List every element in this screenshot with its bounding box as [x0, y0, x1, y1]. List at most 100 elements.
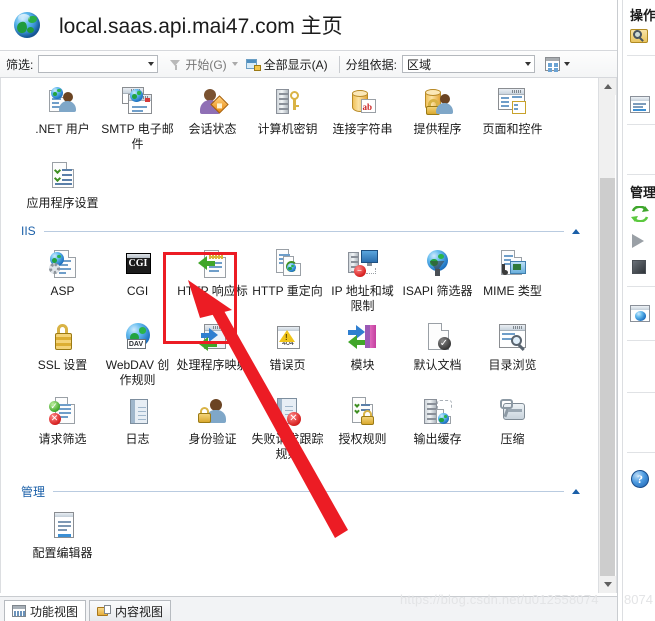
tile-authentication[interactable]: 身份验证 — [175, 388, 250, 462]
view-mode-chevron-down-icon[interactable] — [564, 62, 571, 66]
filter-input[interactable] — [38, 55, 159, 73]
tile-label: CGI — [126, 284, 149, 298]
section-title: IIS — [21, 224, 36, 238]
tile-label: 请求筛选 — [38, 432, 87, 446]
toolbar-divider — [338, 55, 340, 73]
browse-website-icon — [630, 305, 650, 322]
tile-label: 授权规则 — [338, 432, 387, 446]
directory-browsing-icon — [496, 322, 530, 354]
tile-output-caching[interactable]: 输出缓存 — [400, 388, 475, 462]
tile-label: 应用程序设置 — [26, 196, 99, 210]
chevron-up-icon[interactable] — [572, 228, 580, 234]
tile-http-redirect[interactable]: HTTP 重定向 — [250, 240, 325, 314]
tile-label: 页面和控件 — [482, 122, 543, 136]
tile-modules[interactable]: 模块 — [325, 314, 400, 388]
actions-pane: 操作 管理 ? 8074 — [617, 0, 655, 621]
tile-machine-key[interactable]: 计算机密钥 — [250, 78, 325, 152]
tile-default-document[interactable]: ✓ 默认文档 — [400, 314, 475, 388]
filter-toolbar: 筛选: 开始(G) 全部显示(A) 分组依据: 区域 — [0, 50, 617, 78]
tile-label: ISAPI 筛选器 — [402, 284, 473, 298]
group-by-label: 分组依据: — [345, 57, 398, 72]
actions-divider — [627, 124, 655, 125]
tile-isapi-filters[interactable]: ISAPI 筛选器 — [400, 240, 475, 314]
tile-http-response-headers[interactable]: HTTP 响应标头 — [175, 240, 250, 314]
tile-compression[interactable]: 压缩 — [475, 388, 550, 462]
tile-label: 配置编辑器 — [32, 546, 93, 560]
content-view-icon — [97, 605, 112, 617]
main-content-pane: local.saas.api.mai47.com 主页 筛选: 开始(G) 全部… — [0, 0, 617, 621]
chevron-down-icon — [603, 582, 612, 587]
connection-strings-icon: ab — [346, 86, 380, 118]
action-explore[interactable] — [630, 27, 652, 47]
actions-pane-content: 操作 管理 ? 8074 — [624, 0, 655, 621]
features-canvas: .NET 用户 SMTP 电子邮件 会话状态 计算机密钥 ab 连接字符串 提供… — [1, 78, 597, 561]
tile-cgi[interactable]: CGI CGI — [100, 240, 175, 314]
section-rule — [43, 230, 564, 232]
pages-and-controls-icon — [496, 86, 530, 118]
application-settings-icon — [46, 160, 80, 192]
action-restart[interactable] — [630, 205, 652, 225]
session-state-icon — [196, 86, 230, 118]
action-stop[interactable] — [630, 258, 652, 278]
tile-ip-address-domain-restrictions[interactable]: – IP 地址和域限制 — [325, 240, 400, 314]
start-icon — [632, 234, 644, 248]
section-header-iis[interactable]: IIS — [11, 217, 587, 240]
show-all-button-label: 全部显示(A) — [263, 57, 328, 72]
tile-ssl-settings[interactable]: SSL 设置 — [25, 314, 100, 388]
configuration-editor-icon — [46, 510, 80, 542]
default-document-icon: ✓ — [421, 322, 455, 354]
tile-directory-browsing[interactable]: 目录浏览 — [475, 314, 550, 388]
scroll-down-button[interactable] — [599, 576, 616, 593]
asp-icon — [46, 248, 80, 280]
actions-divider — [627, 452, 655, 453]
tile-net-users[interactable]: .NET 用户 — [25, 78, 100, 152]
pane-splitter[interactable] — [618, 0, 623, 621]
tile-authorization-rules[interactable]: 授权规则 — [325, 388, 400, 462]
modules-icon — [346, 322, 380, 354]
tile-connection-strings[interactable]: ab 连接字符串 — [325, 78, 400, 152]
action-basic-settings[interactable] — [630, 96, 652, 116]
show-all-icon — [245, 58, 261, 71]
tile-application-settings[interactable]: 应用程序设置 — [25, 152, 100, 211]
tab-content-view[interactable]: 内容视图 — [89, 600, 172, 621]
tab-features-view[interactable]: 功能视图 — [4, 600, 87, 621]
tile-asp[interactable]: ASP — [25, 240, 100, 314]
tile-smtp-email[interactable]: SMTP 电子邮件 — [100, 78, 175, 152]
chevron-up-icon — [603, 84, 612, 89]
chevron-up-icon[interactable] — [572, 489, 580, 494]
start-button[interactable]: 开始(G) — [166, 55, 240, 74]
action-browse-website[interactable] — [630, 305, 652, 325]
show-all-button[interactable]: 全部显示(A) — [243, 55, 331, 74]
action-start[interactable] — [630, 232, 652, 252]
tile-label: 身份验证 — [188, 432, 237, 446]
view-mode-button[interactable] — [545, 57, 561, 72]
tile-webdav-authoring-rules[interactable]: DAV WebDAV 创作规则 — [100, 314, 175, 388]
tile-label: 目录浏览 — [488, 358, 537, 372]
webdav-authoring-rules-icon: DAV — [121, 322, 155, 354]
tile-mime-types[interactable]: MIME 类型 — [475, 240, 550, 314]
section-header-management[interactable]: 管理 — [11, 476, 587, 502]
aspnet-tile-grid: .NET 用户 SMTP 电子邮件 会话状态 计算机密钥 ab 连接字符串 提供… — [11, 78, 587, 211]
group-by-select[interactable]: 区域 — [402, 55, 536, 73]
features-scrollbar[interactable] — [598, 78, 616, 593]
scrollbar-thumb[interactable] — [600, 178, 615, 578]
tile-error-pages[interactable]: 404 错误页 — [250, 314, 325, 388]
action-help[interactable]: ? — [630, 470, 652, 490]
http-redirect-icon — [271, 248, 305, 280]
view-tab-bar: 功能视图 内容视图 — [0, 596, 617, 621]
tile-request-filtering[interactable]: ✓ ✕ 请求筛选 — [25, 388, 100, 462]
scroll-up-button[interactable] — [599, 78, 616, 95]
tile-providers[interactable]: 提供程序 — [400, 78, 475, 152]
filter-label: 筛选: — [6, 57, 34, 72]
tile-session-state[interactable]: 会话状态 — [175, 78, 250, 152]
http-response-headers-icon — [196, 248, 230, 280]
tile-pages-and-controls[interactable]: 页面和控件 — [475, 78, 550, 152]
tile-configuration-editor[interactable]: 配置编辑器 — [25, 502, 100, 561]
providers-icon — [421, 86, 455, 118]
authorization-rules-icon — [346, 396, 380, 428]
tile-handler-mappings[interactable]: 处理程序映射 — [175, 314, 250, 388]
chevron-down-icon — [148, 62, 155, 66]
tile-failed-request-tracing-rules[interactable]: ✕ 失败请求跟踪规则 — [250, 388, 325, 462]
tile-logging[interactable]: 日志 — [100, 388, 175, 462]
tile-label: SMTP 电子邮件 — [101, 122, 174, 151]
